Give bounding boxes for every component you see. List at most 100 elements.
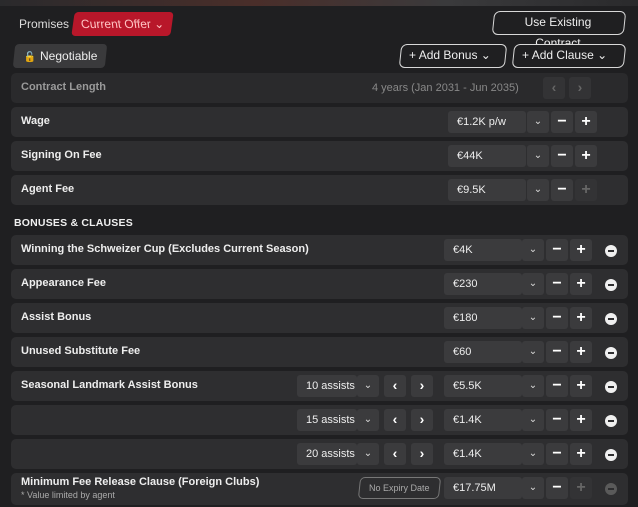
landmark-row: 20 assists ⌄ ‹ › €1.4K ⌄ − + [11, 439, 628, 469]
plus-icon: + [522, 48, 530, 62]
unlock-icon: 🔓 [23, 52, 37, 63]
minus-button[interactable]: − [546, 477, 568, 499]
agent-fee-label: Agent Fee [21, 183, 75, 195]
chevron-down-icon[interactable]: ⌄ [527, 179, 549, 201]
plus-button[interactable]: + [575, 111, 597, 133]
plus-button[interactable]: + [570, 341, 592, 363]
minus-button[interactable]: − [551, 145, 573, 167]
chevron-down-icon[interactable]: ⌄ [527, 145, 549, 167]
remove-icon[interactable] [605, 347, 617, 359]
remove-icon[interactable] [605, 313, 617, 325]
assist-bonus-input[interactable]: €180 [444, 307, 522, 329]
landmark-value-input[interactable]: €1.4K [444, 443, 522, 465]
chevron-down-icon[interactable]: ⌄ [522, 341, 544, 363]
chevron-right-icon[interactable]: › [569, 77, 591, 99]
chevron-left-icon[interactable]: ‹ [543, 77, 565, 99]
unused-sub-fee-label: Unused Substitute Fee [21, 345, 141, 357]
tab-current-offer[interactable]: Current Offer ⌄ [71, 12, 174, 36]
assists-select[interactable]: 15 assists [297, 409, 357, 431]
agent-fee-row: Agent Fee €9.5K ⌄ − + [11, 175, 628, 205]
plus-button[interactable]: + [570, 443, 592, 465]
cup-bonus-label: Winning the Schweizer Cup (Excludes Curr… [21, 243, 309, 255]
unused-sub-fee-row: Unused Substitute Fee €60 ⌄ − + [11, 337, 628, 367]
chevron-down-icon[interactable]: ⌄ [357, 443, 379, 465]
landmark-row: Seasonal Landmark Assist Bonus 10 assist… [11, 371, 628, 401]
appearance-fee-input[interactable]: €230 [444, 273, 522, 295]
remove-icon[interactable] [605, 279, 617, 291]
chevron-left-icon[interactable]: ‹ [384, 375, 406, 397]
signing-fee-input[interactable]: €44K [448, 145, 526, 167]
chevron-left-icon[interactable]: ‹ [384, 443, 406, 465]
plus-button[interactable]: + [570, 273, 592, 295]
plus-button[interactable]: + [575, 179, 597, 201]
minus-button[interactable]: − [546, 341, 568, 363]
minus-button[interactable]: − [546, 307, 568, 329]
minus-button[interactable]: − [546, 409, 568, 431]
expiry-date-button[interactable]: No Expiry Date [357, 477, 441, 499]
landmark-row: 15 assists ⌄ ‹ › €1.4K ⌄ − + [11, 405, 628, 435]
minus-button[interactable]: − [551, 179, 573, 201]
chevron-down-icon[interactable]: ⌄ [522, 307, 544, 329]
minus-button[interactable]: − [546, 443, 568, 465]
contract-length-select[interactable]: 4 years (Jan 2031 - Jun 2035) ⌄ [363, 77, 531, 116]
contract-length-label: Contract Length [21, 81, 106, 93]
minus-button[interactable]: − [546, 273, 568, 295]
release-clause-row: Minimum Fee Release Clause (Foreign Club… [11, 473, 628, 505]
remove-icon[interactable] [605, 415, 617, 427]
landmark-value-input[interactable]: €5.5K [444, 375, 522, 397]
chevron-down-icon[interactable]: ⌄ [522, 273, 544, 295]
release-clause-label: Minimum Fee Release Clause (Foreign Club… [21, 476, 260, 488]
agent-fee-input[interactable]: €9.5K [448, 179, 526, 201]
add-clause-button[interactable]: + Add Clause ⌄ [511, 44, 627, 68]
plus-button[interactable]: + [570, 477, 592, 499]
remove-icon[interactable] [605, 449, 617, 461]
minus-button[interactable]: − [551, 111, 573, 133]
minus-button[interactable]: − [546, 375, 568, 397]
chevron-down-icon: ⌄ [153, 17, 166, 31]
plus-icon: + [409, 48, 417, 62]
contract-length-row: Contract Length 4 years (Jan 2031 - Jun … [11, 73, 628, 116]
chevron-down-icon[interactable]: ⌄ [522, 477, 544, 499]
wage-label: Wage [21, 115, 50, 127]
negotiable-button[interactable]: 🔓 Negotiable [12, 44, 108, 68]
signing-fee-row: Signing On Fee €44K ⌄ − + [11, 141, 628, 171]
wage-row: Wage €1.2K p/w ⌄ − + [11, 107, 628, 137]
assists-select[interactable]: 10 assists [297, 375, 357, 397]
minus-button[interactable]: − [546, 239, 568, 261]
chevron-down-icon[interactable]: ⌄ [522, 409, 544, 431]
signing-fee-label: Signing On Fee [21, 149, 102, 161]
cup-bonus-row: Winning the Schweizer Cup (Excludes Curr… [11, 235, 628, 265]
chevron-down-icon[interactable]: ⌄ [522, 375, 544, 397]
assist-bonus-label: Assist Bonus [21, 311, 92, 323]
plus-button[interactable]: + [570, 307, 592, 329]
cup-bonus-input[interactable]: €4K [444, 239, 522, 261]
chevron-down-icon: ⌄ [480, 48, 491, 62]
wage-input[interactable]: €1.2K p/w [448, 111, 526, 133]
chevron-right-icon[interactable]: › [411, 375, 433, 397]
remove-icon[interactable] [605, 483, 617, 495]
remove-icon[interactable] [605, 381, 617, 393]
plus-button[interactable]: + [570, 239, 592, 261]
appearance-fee-row: Appearance Fee €230 ⌄ − + [11, 269, 628, 299]
add-bonus-button[interactable]: + Add Bonus ⌄ [398, 44, 508, 68]
chevron-down-icon[interactable]: ⌄ [522, 443, 544, 465]
chevron-down-icon[interactable]: ⌄ [527, 111, 549, 133]
release-clause-input[interactable]: €17.75M [444, 477, 522, 499]
landmark-value-input[interactable]: €1.4K [444, 409, 522, 431]
chevron-right-icon[interactable]: › [411, 409, 433, 431]
release-clause-note: * Value limited by agent [21, 490, 115, 500]
appearance-fee-label: Appearance Fee [21, 277, 106, 289]
plus-button[interactable]: + [570, 375, 592, 397]
remove-icon[interactable] [605, 245, 617, 257]
plus-button[interactable]: + [570, 409, 592, 431]
chevron-down-icon[interactable]: ⌄ [357, 375, 379, 397]
chevron-down-icon[interactable]: ⌄ [357, 409, 379, 431]
assists-select[interactable]: 20 assists [297, 443, 357, 465]
plus-button[interactable]: + [575, 145, 597, 167]
chevron-down-icon[interactable]: ⌄ [522, 239, 544, 261]
use-existing-contract-button[interactable]: Use Existing Contract [491, 11, 627, 50]
chevron-left-icon[interactable]: ‹ [384, 409, 406, 431]
tab-promises[interactable]: Promises [12, 12, 76, 36]
chevron-right-icon[interactable]: › [411, 443, 433, 465]
unused-sub-fee-input[interactable]: €60 [444, 341, 522, 363]
